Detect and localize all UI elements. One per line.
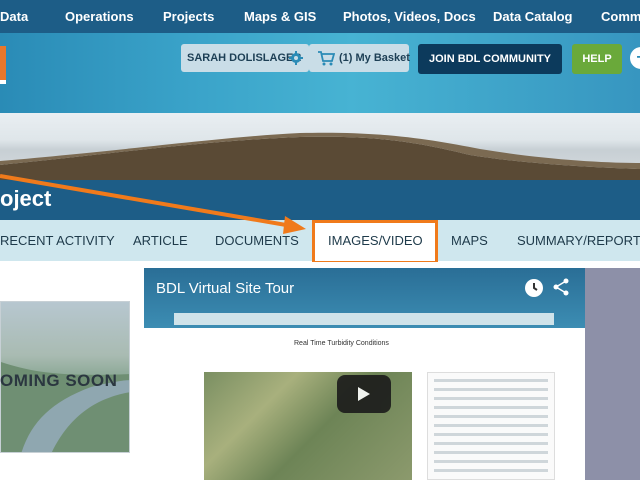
help-button[interactable]: HELP: [572, 44, 622, 74]
video-title[interactable]: BDL Virtual Site Tour: [156, 280, 294, 297]
clock-icon[interactable]: [525, 279, 543, 297]
project-title-bar: [0, 180, 640, 220]
tab-maps[interactable]: MAPS: [451, 233, 488, 248]
video-frame-tabs: [174, 313, 554, 325]
coming-soon-label: OMING SOON: [0, 371, 118, 390]
play-icon: [358, 387, 370, 401]
user-name: SARAH DOLISLAGER: [187, 52, 302, 64]
nav-item-projects[interactable]: Projects: [163, 9, 214, 24]
banner-photo: [0, 113, 640, 180]
nav-item-operations[interactable]: Operations: [65, 9, 134, 24]
tab-images-video[interactable]: IMAGES/VIDEO: [328, 233, 423, 248]
nav-item-maps-gis[interactable]: Maps & GIS: [244, 9, 316, 24]
basket-label: (1) My Basket: [339, 52, 410, 64]
right-panel: [585, 268, 640, 480]
project-title: oject: [0, 186, 52, 211]
user-menu[interactable]: SARAH DOLISLAGER: [181, 44, 309, 72]
video-inner-title: Real Time Turbidity Conditions: [294, 340, 389, 347]
nav-item-data-catalog[interactable]: Data Catalog: [493, 9, 572, 24]
tab-recent-activity[interactable]: RECENT ACTIVITY: [0, 233, 115, 248]
nav-item-photos-videos-docs[interactable]: Photos, Videos, Docs: [343, 9, 476, 24]
top-navigation: Data Operations Projects Maps & GIS Phot…: [0, 0, 640, 33]
play-button[interactable]: [337, 375, 391, 413]
site-logo[interactable]: [0, 46, 6, 80]
join-community-button[interactable]: JOIN BDL COMMUNITY: [418, 44, 562, 74]
gear-icon[interactable]: [289, 51, 303, 65]
basket-button[interactable]: (1) My Basket: [309, 44, 410, 72]
tab-article[interactable]: ARTICLE: [133, 233, 188, 248]
tab-documents[interactable]: DOCUMENTS: [215, 233, 299, 248]
share-icon[interactable]: [552, 278, 570, 296]
nav-item-community[interactable]: Commu: [601, 9, 640, 24]
video-player[interactable]: BDL Virtual Site Tour Real Time Turbidit…: [144, 268, 585, 480]
tab-summary-report[interactable]: SUMMARY/REPORT: [517, 233, 640, 248]
video-side-panel: [427, 372, 555, 480]
site-logo-mark: [0, 80, 6, 84]
cart-icon: [318, 51, 335, 66]
nav-item-data[interactable]: Data: [0, 9, 28, 24]
